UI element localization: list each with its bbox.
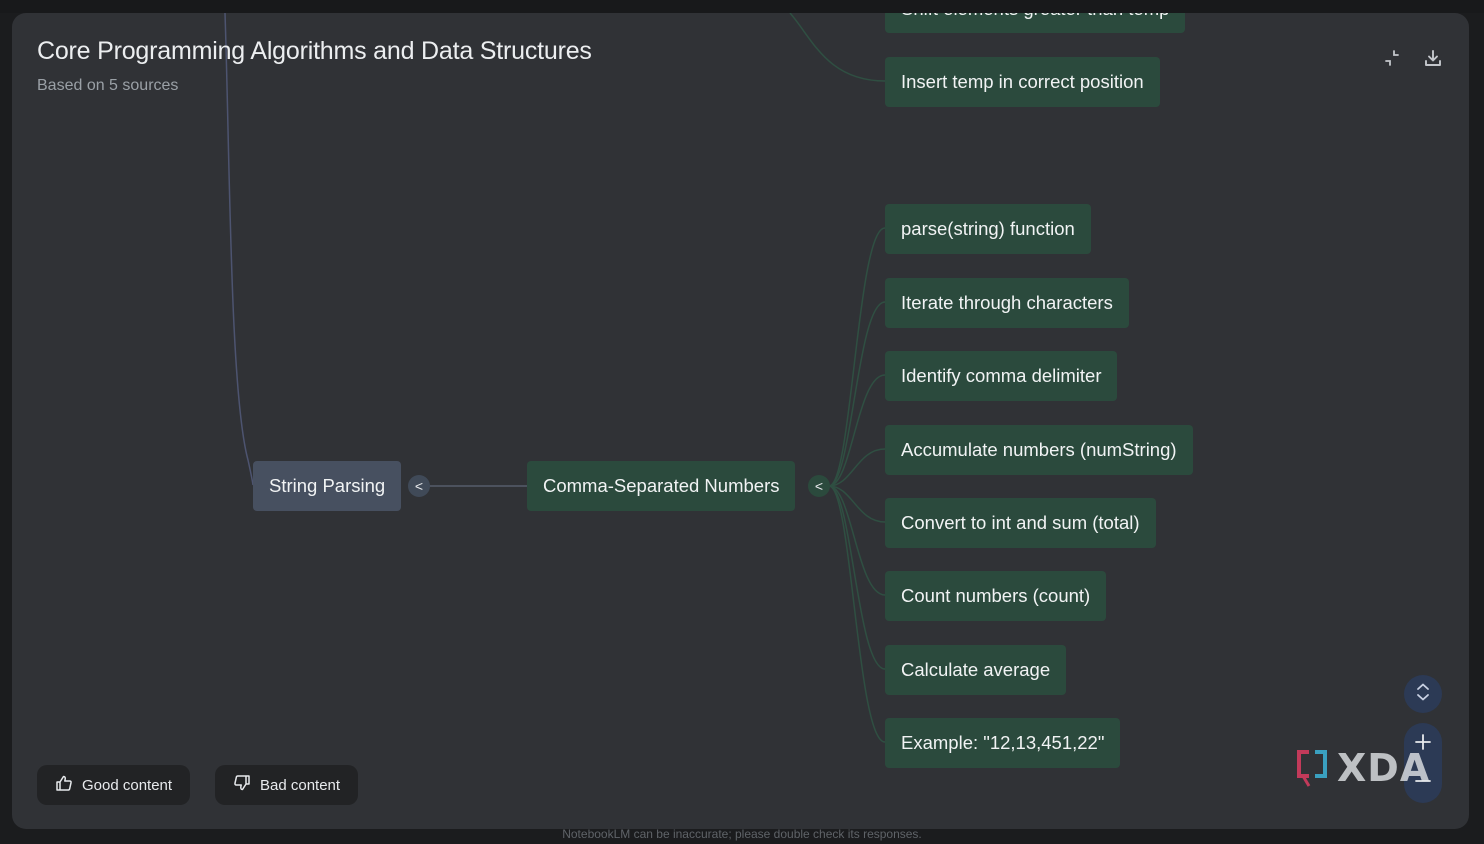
good-content-label: Good content [82, 776, 173, 794]
mindmap-leaf[interactable]: Iterate through characters [885, 278, 1129, 328]
mindmap-node-partial[interactable]: Shift elements greater than temp [885, 13, 1186, 33]
bad-content-button[interactable]: Bad content [215, 765, 359, 805]
mindmap-node-string-parsing[interactable]: String Parsing [253, 461, 402, 511]
disclaimer-text: NotebookLM can be inaccurate; please dou… [562, 827, 922, 841]
mindmap-leaf[interactable]: Convert to int and sum (total) [885, 498, 1156, 548]
window-top-strip [0, 0, 1484, 13]
thumbs-down-icon [233, 774, 251, 796]
mindmap-leaf[interactable]: Example: "12,13,451,22" [885, 718, 1121, 768]
mindmap-leaf[interactable]: Accumulate numbers (numString) [885, 425, 1193, 475]
mindmap-node-insert-temp[interactable]: Insert temp in correct position [885, 57, 1160, 107]
collapse-toggle-comma-separated-numbers[interactable]: < [808, 475, 830, 497]
unfold-icon [1415, 682, 1431, 707]
mindmap-connectors [224, 13, 886, 743]
collapse-icon[interactable] [1380, 46, 1404, 70]
mindmap-leaf[interactable]: Identify comma delimiter [885, 351, 1118, 401]
page-title: Core Programming Algorithms and Data Str… [37, 37, 592, 65]
thumbs-up-icon [55, 774, 73, 796]
xda-logo-icon [1297, 750, 1327, 787]
mindmap-panel: Core Programming Algorithms and Data Str… [12, 13, 1469, 829]
sources-subtitle: Based on 5 sources [37, 77, 179, 94]
bad-content-label: Bad content [260, 776, 341, 794]
expand-all-button[interactable] [1404, 675, 1442, 713]
collapse-toggle-string-parsing[interactable]: < [408, 475, 430, 497]
good-content-button[interactable]: Good content [37, 765, 191, 805]
xda-watermark: XDA [1295, 746, 1430, 790]
mindmap-leaf[interactable]: parse(string) function [885, 204, 1091, 254]
mindmap-node-comma-separated-numbers[interactable]: Comma-Separated Numbers [527, 461, 796, 511]
mindmap-leaf[interactable]: Count numbers (count) [885, 571, 1107, 621]
mindmap-leaf[interactable]: Calculate average [885, 645, 1067, 695]
download-icon[interactable] [1421, 46, 1445, 70]
xda-watermark-text: XDA [1337, 746, 1431, 790]
